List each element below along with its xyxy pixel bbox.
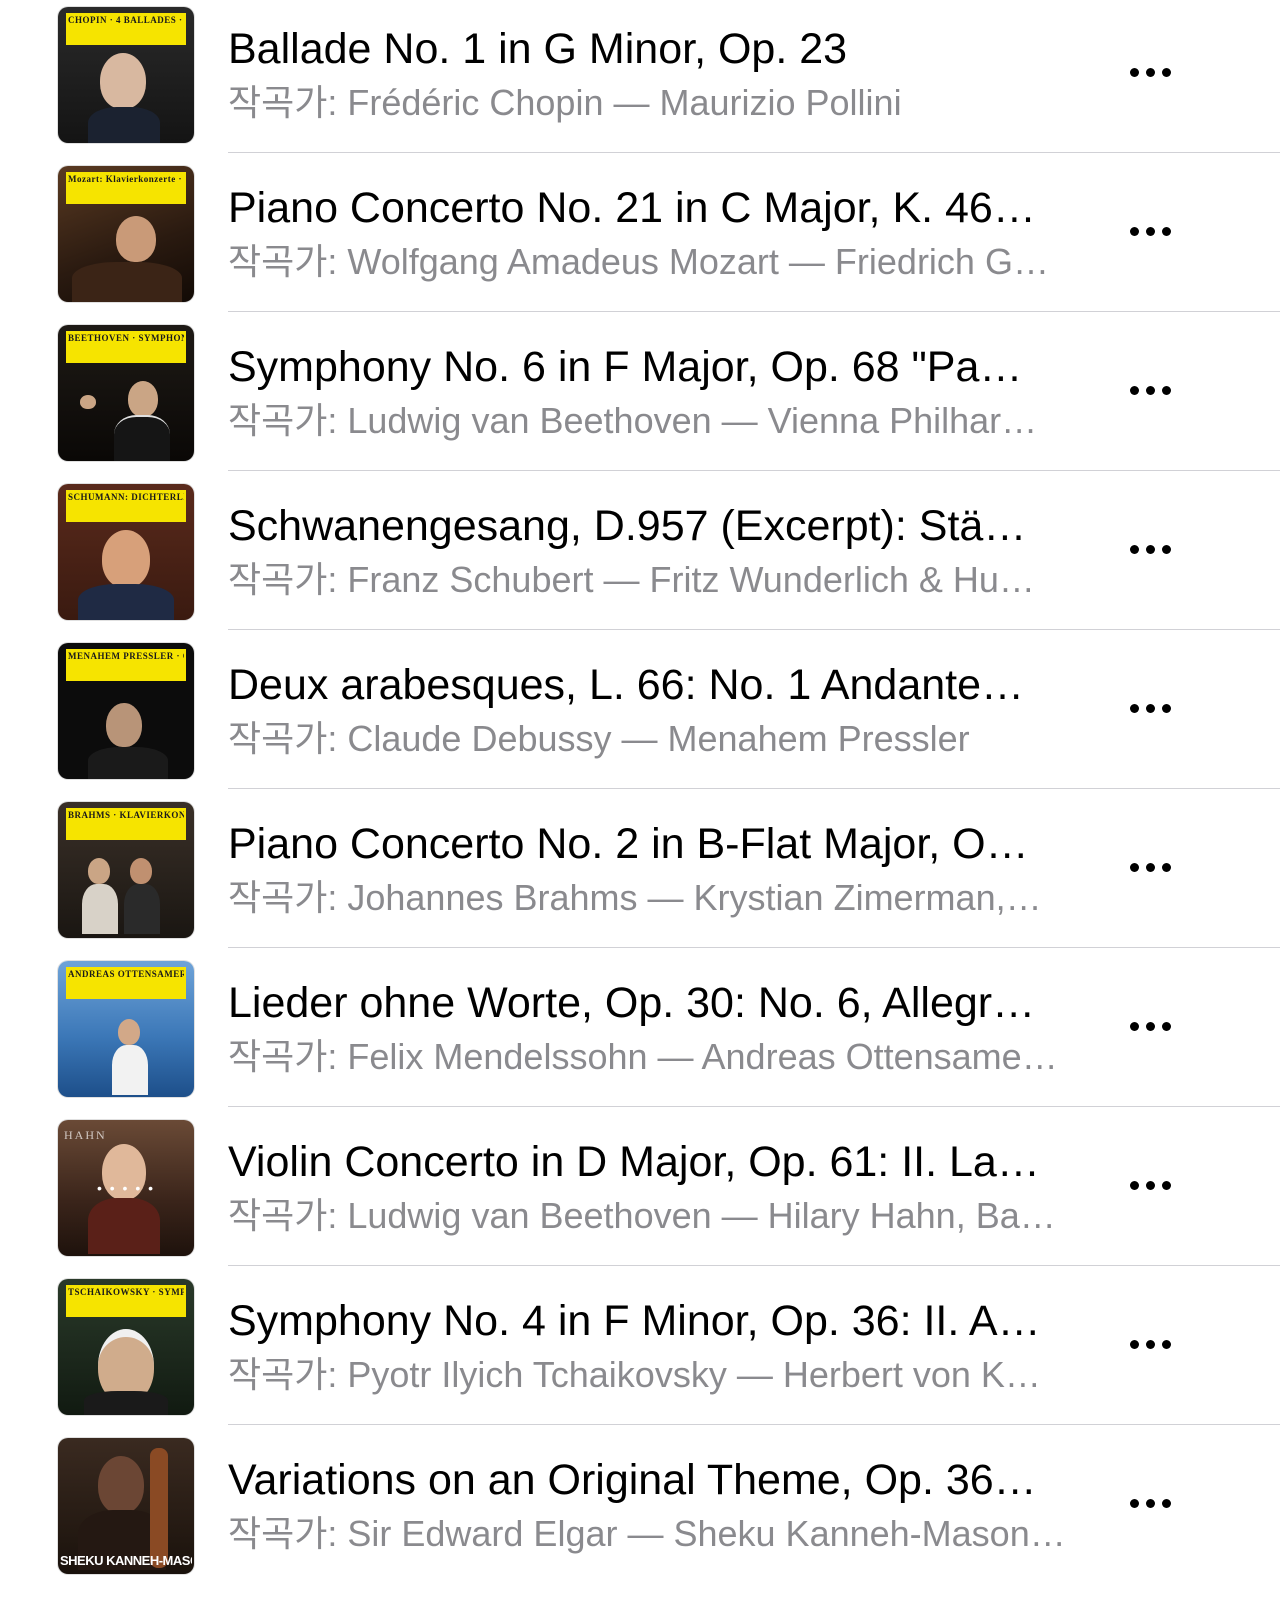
ellipsis-icon[interactable] xyxy=(1128,1179,1174,1193)
ellipsis-icon[interactable] xyxy=(1128,66,1174,80)
ellipsis-icon[interactable] xyxy=(1128,1020,1174,1034)
album-art-tchaikovsky-karajan-icon: TSCHAIKOWSKY · SYMPHONIE NO.4 xyxy=(58,1279,194,1415)
track-row[interactable]: BEETHOVEN · SYMPHONIE NO.6 «PASTORALE» S… xyxy=(0,318,1280,477)
track-subtitle: 작곡가: Ludwig van Beethoven — Hilary Hahn,… xyxy=(228,1195,1056,1236)
artwork-caption: ANDREAS OTTENSAMER · YUJA WANG · Blue Ho… xyxy=(68,969,184,979)
track-title: Schwanengesang, D.957 (Excerpt): Stä… xyxy=(228,502,1027,550)
loading-dots-icon: • • • • • xyxy=(96,1180,156,1196)
ellipsis-icon[interactable] xyxy=(1128,225,1174,239)
ellipsis-icon[interactable] xyxy=(1128,1338,1174,1352)
track-subtitle: 작곡가: Sir Edward Elgar — Sheku Kanneh-Mas… xyxy=(228,1513,1066,1554)
track-row[interactable]: TSCHAIKOWSKY · SYMPHONIE NO.4 Symphony N… xyxy=(0,1272,1280,1431)
artwork-caption: SCHUMANN: DICHTERLIEBE xyxy=(68,492,184,502)
album-art-ottensamer-blue-hour-icon: ANDREAS OTTENSAMER · YUJA WANG · Blue Ho… xyxy=(58,961,194,1097)
track-subtitle: 작곡가: Felix Mendelssohn — Andreas Ottensa… xyxy=(228,1036,1058,1077)
ellipsis-icon[interactable] xyxy=(1128,702,1174,716)
artwork-caption: BRAHMS · KLAVIERKONZERT NO.2 xyxy=(68,810,184,820)
track-row[interactable]: Mozart: Klavierkonzerte · Piano Concerto… xyxy=(0,159,1280,318)
row-divider xyxy=(228,311,1280,312)
track-row[interactable]: SHEKU KANNEH-MASON Variations on an Orig… xyxy=(0,1431,1280,1590)
album-art-pressler-clair-de-lune-icon: MENAHEM PRESSLER · CLAIR DE LUNE xyxy=(58,643,194,779)
track-title: Piano Concerto No. 21 in C Major, K. 46… xyxy=(228,184,1036,232)
track-title: Violin Concerto in D Major, Op. 61: II. … xyxy=(228,1138,1040,1186)
row-divider xyxy=(228,470,1280,471)
track-subtitle: 작곡가: Ludwig van Beethoven — Vienna Philh… xyxy=(228,400,1038,441)
row-divider xyxy=(228,947,1280,948)
album-art-brahms-concerto-icon: BRAHMS · KLAVIERKONZERT NO.2 xyxy=(58,802,194,938)
track-subtitle: 작곡가: Franz Schubert — Fritz Wunderlich &… xyxy=(228,559,1035,600)
track-title: Variations on an Original Theme, Op. 36… xyxy=(228,1456,1037,1504)
row-divider xyxy=(228,1265,1280,1266)
row-divider xyxy=(228,788,1280,789)
ellipsis-icon[interactable] xyxy=(1128,543,1174,557)
artwork-caption: SHEKU KANNEH-MASON xyxy=(60,1553,192,1568)
track-row[interactable]: BRAHMS · KLAVIERKONZERT NO.2 Piano Conce… xyxy=(0,795,1280,954)
track-title: Symphony No. 6 in F Major, Op. 68 "Pa… xyxy=(228,343,1023,391)
track-list: CHOPIN · 4 BALLADES · MAURIZIO POLLINI B… xyxy=(0,0,1280,1608)
album-art-schumann-dichterliebe-icon: SCHUMANN: DICHTERLIEBE xyxy=(58,484,194,620)
track-row[interactable]: MENAHEM PRESSLER · CLAIR DE LUNE Deux ar… xyxy=(0,636,1280,795)
album-art-hahn-beethoven-icon: HAHN • • • • • xyxy=(58,1120,194,1256)
track-row[interactable]: HAHN • • • • • Violin Concerto in D Majo… xyxy=(0,1113,1280,1272)
ellipsis-icon[interactable] xyxy=(1128,384,1174,398)
row-divider xyxy=(228,1106,1280,1107)
track-title: Ballade No. 1 in G Minor, Op. 23 xyxy=(228,25,848,73)
track-title: Piano Concerto No. 2 in B-Flat Major, O… xyxy=(228,820,1029,868)
track-title: Symphony No. 4 in F Minor, Op. 36: II. A… xyxy=(228,1297,1041,1345)
ellipsis-icon[interactable] xyxy=(1128,861,1174,875)
album-art-mozart-concertos-icon: Mozart: Klavierkonzerte · Piano Concerto… xyxy=(58,166,194,302)
track-subtitle: 작곡가: Johannes Brahms — Krystian Zimerman… xyxy=(228,877,1042,918)
track-subtitle: 작곡가: Claude Debussy — Menahem Pressler xyxy=(228,718,970,759)
track-title: Deux arabesques, L. 66: No. 1 Andante… xyxy=(228,661,1025,709)
album-art-chopin-ballades-icon: CHOPIN · 4 BALLADES · MAURIZIO POLLINI xyxy=(58,7,194,143)
track-row[interactable]: ANDREAS OTTENSAMER · YUJA WANG · Blue Ho… xyxy=(0,954,1280,1113)
artwork-caption: MENAHEM PRESSLER · CLAIR DE LUNE xyxy=(68,651,184,661)
row-divider xyxy=(228,152,1280,153)
artwork-caption: TSCHAIKOWSKY · SYMPHONIE NO.4 xyxy=(68,1287,184,1297)
album-art-sheku-kanneh-mason-icon: SHEKU KANNEH-MASON xyxy=(58,1438,194,1574)
row-divider xyxy=(228,629,1280,630)
track-subtitle: 작곡가: Frédéric Chopin — Maurizio Pollini xyxy=(228,82,902,123)
track-row[interactable]: CHOPIN · 4 BALLADES · MAURIZIO POLLINI B… xyxy=(0,0,1280,159)
artwork-caption: HAHN xyxy=(64,1128,107,1142)
artwork-caption: Mozart: Klavierkonzerte · Piano Concerto… xyxy=(68,174,184,184)
track-subtitle: 작곡가: Pyotr Ilyich Tchaikovsky — Herbert … xyxy=(228,1354,1041,1395)
ellipsis-icon[interactable] xyxy=(1128,1497,1174,1511)
track-title: Lieder ohne Worte, Op. 30: No. 6, Allegr… xyxy=(228,979,1036,1027)
artwork-caption: BEETHOVEN · SYMPHONIE NO.6 «PASTORALE» xyxy=(68,333,184,343)
artwork-caption: CHOPIN · 4 BALLADES · MAURIZIO POLLINI xyxy=(68,15,184,25)
row-divider xyxy=(228,1424,1280,1425)
track-subtitle: 작곡가: Wolfgang Amadeus Mozart — Friedrich… xyxy=(228,241,1049,282)
track-row[interactable]: SCHUMANN: DICHTERLIEBE Schwanengesang, D… xyxy=(0,477,1280,636)
album-art-beethoven-pastorale-icon: BEETHOVEN · SYMPHONIE NO.6 «PASTORALE» xyxy=(58,325,194,461)
